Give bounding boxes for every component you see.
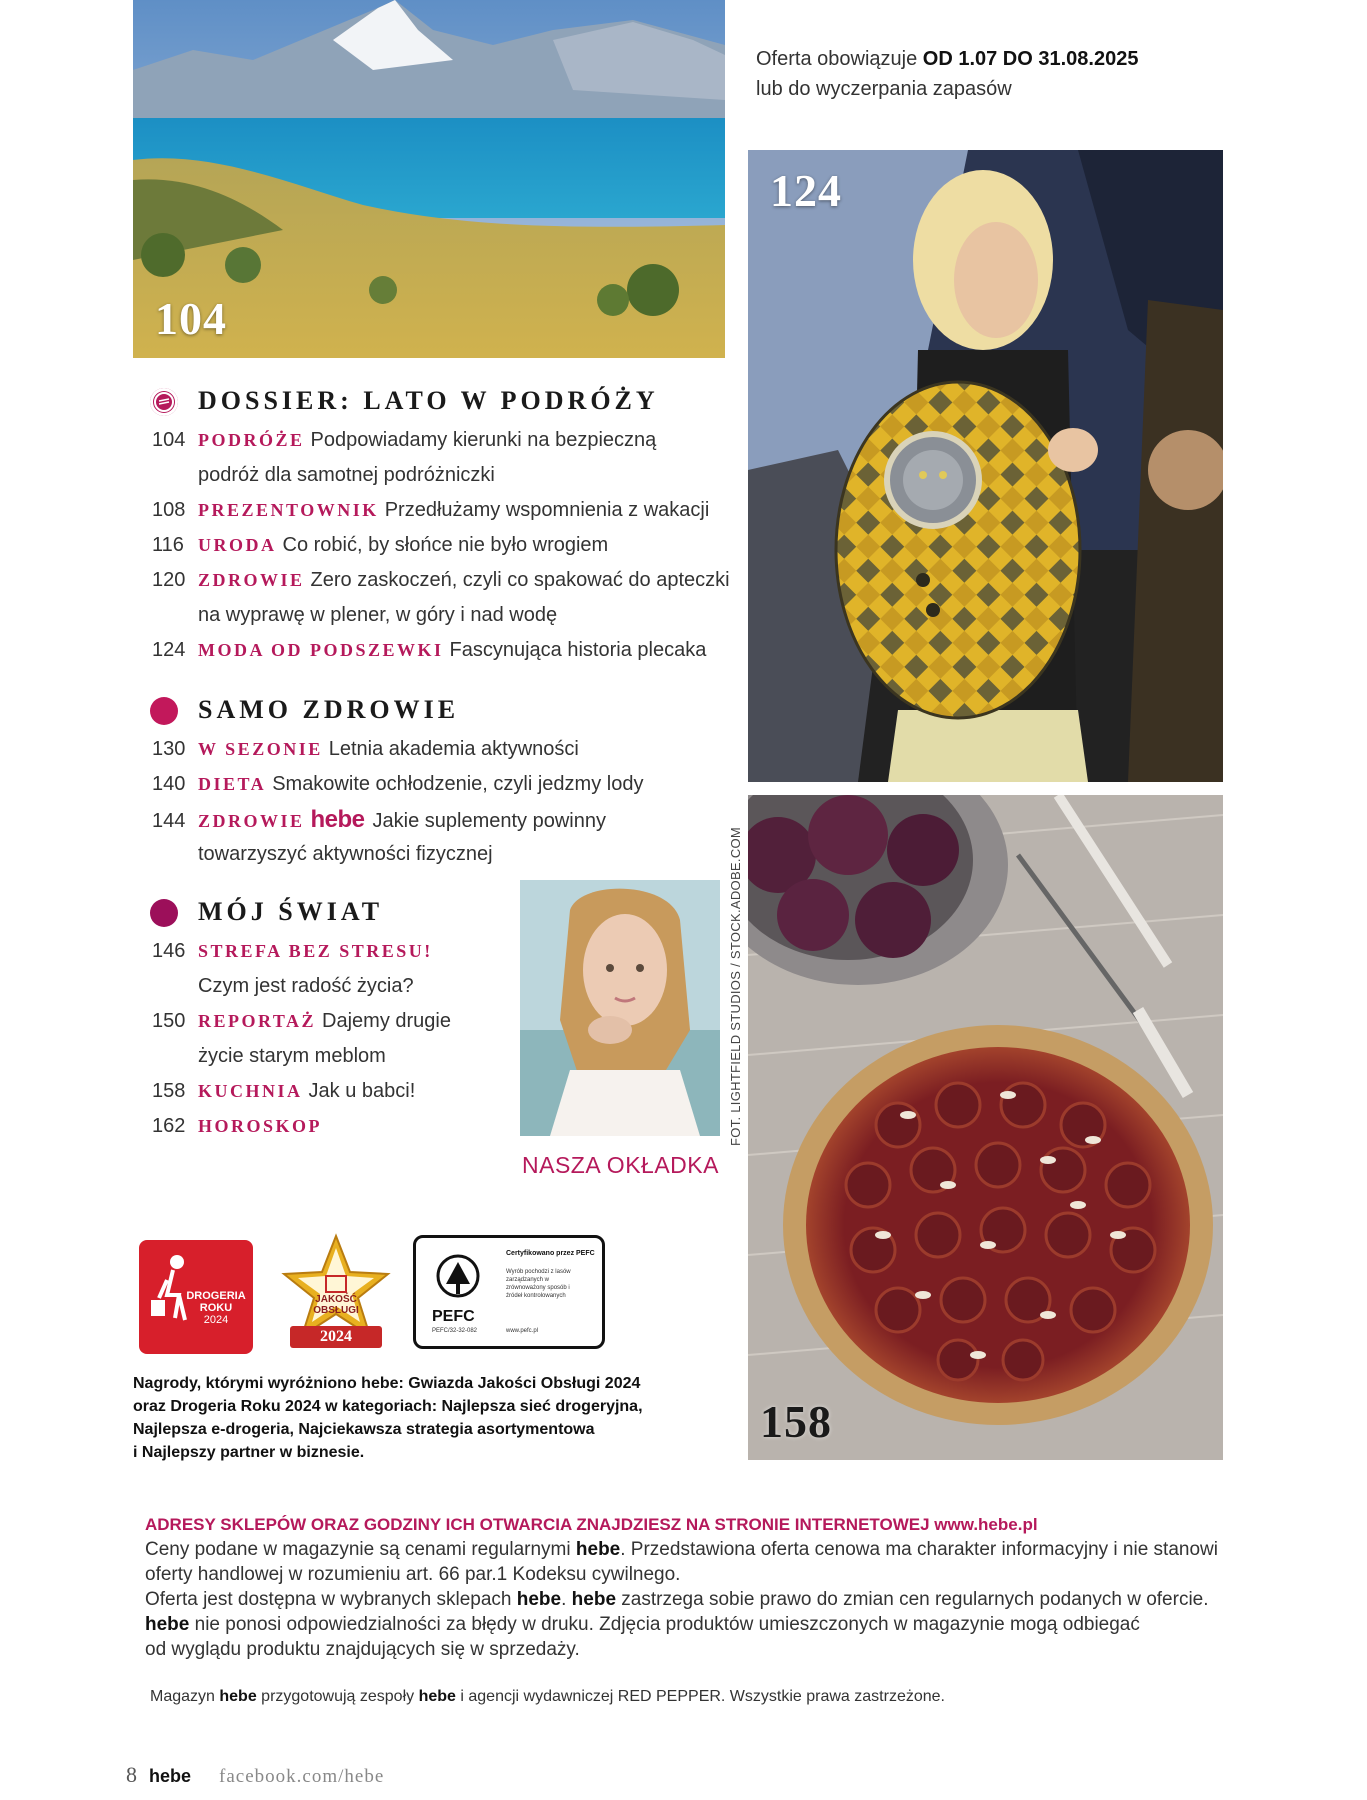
toc-row[interactable]: 108 PREZENTOWNIK Przedłużamy wspomnienia z…: [152, 493, 709, 528]
section-title-moj-swiat: MÓJ ŚWIAT: [198, 897, 384, 926]
toc-row[interactable]: 124 MODA OD PODSZEWKI Fascynująca historia…: [152, 633, 706, 668]
footer-brand: hebe: [149, 1766, 192, 1786]
section-dot-icon: [150, 899, 178, 927]
toc-row-continued: Czym jest radość życia?: [198, 975, 414, 997]
toc-row[interactable]: 120 ZDROWIE Zero zaskoczeń, czyli co spako…: [152, 563, 730, 598]
fashion-page-number: 124: [770, 165, 842, 216]
publisher-note: Magazyn hebe przygotowują zespoły hebe i…: [150, 1688, 945, 1705]
drogeria-roku-badge: DROGERIA ROKU 2024: [139, 1240, 253, 1354]
toc-row-continued: towarzyszyć aktywności fizycznej: [198, 843, 493, 865]
toc-row[interactable]: 104 PODRÓŻE Podpowiadamy kierunki na bezpi…: [152, 423, 656, 458]
offer-dates: OD 1.07 DO 31.08.2025: [922, 48, 1139, 70]
section-title-dossier: DOSSIER: LATO W PODRÓŻY: [198, 386, 659, 415]
page-number: 8: [126, 1762, 137, 1787]
hebe-brand-logo: hebe: [310, 806, 366, 833]
store-addresses-link-text: ADRESY SKLEPÓW ORAZ GODZINY ICH OTWARCIA…: [145, 1515, 1038, 1534]
jakosc-obslugi-star-badge: JAKOŚĆ OBSŁUGI 2024: [280, 1232, 392, 1350]
awards-description: Nagrody, którymi wyróżniono hebe: Gwiazd…: [133, 1375, 643, 1461]
toc-row-continued: na wyprawę w plener, w góry i nad wodę: [198, 604, 558, 626]
toc-row[interactable]: 116 URODA Co robić, by słońce nie było wro…: [152, 528, 608, 563]
offer-validity: Oferta obowiązuje OD 1.07 DO 31.08.2025 …: [756, 48, 1139, 100]
facebook-link[interactable]: facebook.com/hebe: [219, 1766, 384, 1787]
toc-row[interactable]: 150 REPORTAŻ Dajemy drugie: [152, 1004, 451, 1039]
toc-row[interactable]: 130 W SEZONIE Letnia akademia aktywności: [152, 732, 579, 767]
travel-photo: 104: [133, 0, 725, 358]
pefc-certificate: PEFC PEFC/32-32-082 Certyfikowano przez …: [413, 1235, 605, 1349]
fashion-photo: 124: [748, 150, 1223, 782]
cover-label: NASZA OKŁADKA: [522, 1152, 719, 1178]
food-page-number: 158: [760, 1396, 832, 1447]
section-dot-icon: [150, 697, 178, 725]
photo-credit: FOT. LIGHTFIELD STUDIOS / STOCK.ADOBE.CO…: [728, 826, 743, 1146]
toc-row[interactable]: 140 DIETA Smakowite ochłodzenie, czyli jed…: [152, 767, 643, 802]
dossier-badge-icon: [150, 388, 178, 416]
toc-row[interactable]: 162 HOROSKOP: [152, 1109, 328, 1144]
toc-row-continued: życie starym meblom: [198, 1045, 386, 1067]
section-title-samo-zdrowie: SAMO ZDROWIE: [198, 695, 460, 724]
travel-page-number: 104: [155, 293, 227, 344]
page-footer: 8 hebe facebook.com/hebe: [126, 1762, 384, 1788]
cover-photo: [520, 880, 720, 1136]
toc-row[interactable]: 146 STREFA BEZ STRESU!: [152, 934, 439, 969]
food-photo: 158: [748, 795, 1223, 1460]
pefc-tree-icon: [436, 1254, 480, 1298]
toc-row[interactable]: 144 ZDROWIE hebe Jakie suplementy powinny: [152, 802, 606, 839]
toc-row-continued: podróż dla samotnej podróżniczki: [198, 464, 495, 486]
legal-notice: ADRESY SKLEPÓW ORAZ GODZINY ICH OTWARCIA…: [145, 1512, 1235, 1662]
toc-row[interactable]: 158 KUCHNIA Jak u babci!: [152, 1074, 415, 1109]
